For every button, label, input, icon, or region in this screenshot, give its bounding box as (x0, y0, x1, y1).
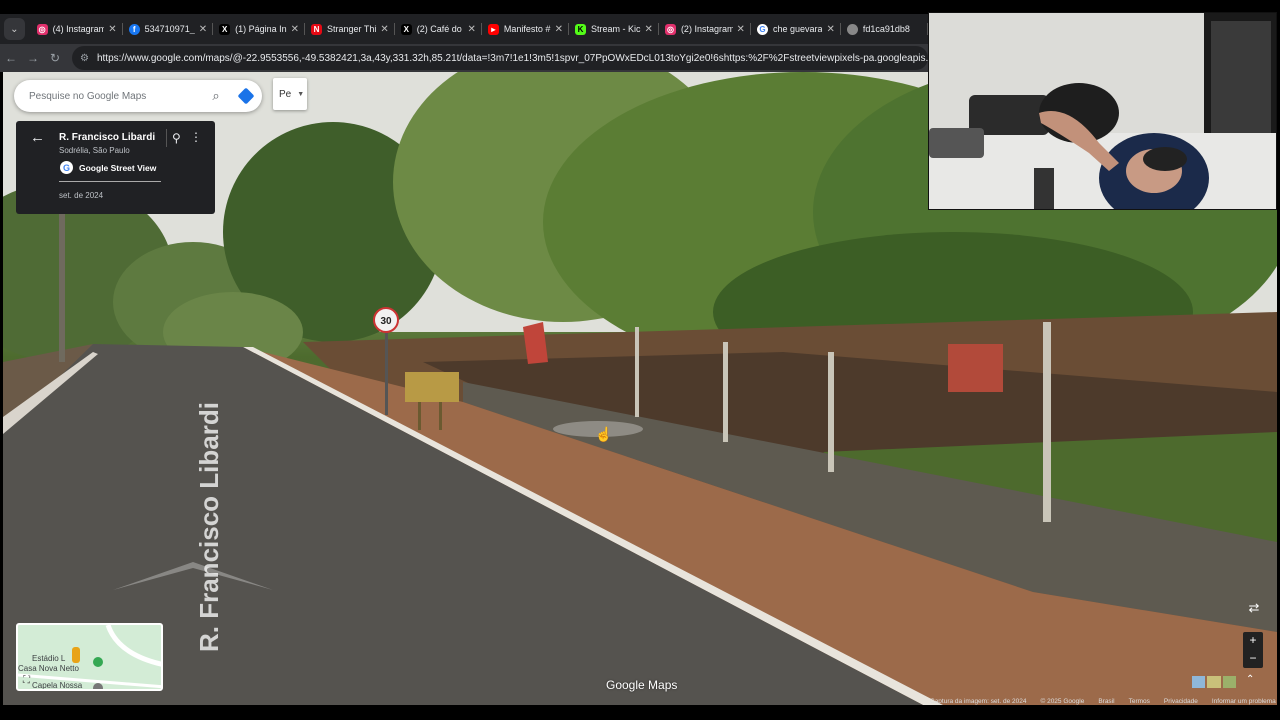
directions-icon[interactable] (235, 87, 257, 105)
collapse-up-icon[interactable]: ⌃ (1246, 674, 1254, 685)
tab-title: Stream - Kic (591, 24, 641, 34)
x-icon: X (219, 23, 231, 35)
more-options-icon[interactable]: ⋮ (190, 130, 202, 144)
location-info-card: ← R. Francisco Libardi Sodrélia, São Pau… (16, 121, 215, 214)
url-text: https://www.google.com/maps/@-22.9553556… (96, 52, 928, 64)
tab-6[interactable]: ▸ Manifesto # ✕ (482, 16, 570, 42)
google-icon: G (60, 161, 73, 174)
tab-8[interactable]: ◎ (2) Instagram ✕ (659, 16, 751, 42)
tab-close-icon[interactable]: ✕ (199, 24, 207, 35)
maps-footer: Captura da imagem: set. de 2024 © 2025 G… (930, 695, 1276, 707)
tab-close-icon[interactable]: ✕ (108, 24, 116, 35)
youtube-icon: ▸ (487, 23, 499, 35)
city-subtitle: Sodrélia, São Paulo (59, 146, 130, 155)
search-icon[interactable]: ⌕ (205, 88, 227, 104)
url-field[interactable]: ⚙ https://www.google.com/maps/@-22.95535… (72, 46, 928, 70)
tab-close-icon[interactable]: ✕ (737, 24, 745, 35)
instagram-icon: ◎ (36, 23, 48, 35)
layer-dropdown-button[interactable]: Pe ▼ (273, 78, 307, 110)
expand-icon[interactable]: ⛶ (23, 675, 30, 686)
tab-2[interactable]: f 534710971_ ✕ (123, 16, 214, 42)
webcam-overlay (928, 12, 1277, 210)
copyright: © 2025 Google (1040, 697, 1085, 705)
tab-4[interactable]: N Stranger Thi ✕ (305, 16, 395, 42)
capture-date[interactable]: set. de 2024 (59, 191, 103, 200)
tab-title: che guevara (772, 24, 823, 34)
divider (166, 129, 167, 147)
browser-tab-strip: ⌄ ◎ (4) Instagram ✕ f 534710971_ ✕ X (1) Pági… (0, 14, 929, 44)
tab-search-chevron-icon[interactable]: ⌄ (4, 18, 25, 40)
provider-label: Google Street View (79, 162, 157, 173)
tab-3[interactable]: X (1) Página In ✕ (213, 16, 305, 42)
forward-arrow-icon[interactable]: → (22, 51, 44, 65)
google-maps-watermark: Google Maps (606, 678, 678, 692)
minimap[interactable]: Estádio L Casa Nova Netto Capela Nossa ⛶ (16, 623, 163, 691)
kick-icon: K (575, 23, 587, 35)
report-link[interactable]: Informar um problema (1212, 698, 1276, 705)
maps-search-box: ⌕ (14, 80, 262, 112)
street-view-provider[interactable]: G Google Street View (60, 161, 156, 174)
tab-title: Stranger Thi (327, 24, 377, 34)
tab-close-icon[interactable]: ✕ (645, 24, 653, 35)
x-icon: X (400, 23, 412, 35)
photo-thumbnails[interactable] (1192, 676, 1236, 688)
address-bar: ← → ↻ ⚙ https://www.google.com/maps/@-22… (0, 44, 928, 72)
tab-title: (1) Página In (235, 24, 287, 34)
privacy-link[interactable]: Privacidade (1164, 698, 1198, 705)
street-title: R. Francisco Libardi (59, 132, 156, 143)
site-settings-icon[interactable]: ⚙ (80, 53, 89, 64)
tab-close-icon[interactable]: ✕ (291, 24, 299, 35)
country-link[interactable]: Brasil (1098, 698, 1114, 705)
back-arrow-icon[interactable]: ← (0, 51, 22, 65)
tab-title: fd1ca91db8 (862, 24, 910, 34)
speed-limit-sign: 30 (380, 316, 392, 327)
thumbnail[interactable] (1207, 676, 1221, 688)
mouse-cursor-icon: ☝ (595, 426, 613, 442)
thumbnail[interactable] (1222, 676, 1236, 688)
capture-info: Captura da imagem: set. de 2024 (930, 697, 1027, 705)
tab-title: 534710971_ (144, 24, 195, 34)
minimap-label: Estádio L (32, 654, 66, 663)
tab-7[interactable]: K Stream - Kic ✕ (569, 16, 659, 42)
minimap-label: Capela Nossa (32, 681, 83, 690)
tab-10[interactable]: fd1ca91db8 (841, 16, 929, 42)
tab-title: (2) Café do (416, 24, 462, 34)
search-input[interactable] (29, 90, 199, 102)
minimap-label: Casa Nova Netto (18, 664, 79, 673)
reload-icon[interactable]: ↻ (44, 51, 66, 65)
zoom-out-button[interactable]: − (1243, 650, 1263, 668)
netflix-icon: N (311, 23, 323, 35)
instagram-icon: ◎ (664, 23, 676, 35)
zoom-control: + − (1243, 632, 1263, 668)
caret-down-icon: ▼ (297, 90, 305, 98)
tab-close-icon[interactable]: ✕ (468, 24, 476, 35)
tab-close-icon[interactable]: ✕ (380, 24, 388, 35)
tab-close-icon[interactable]: ✕ (826, 24, 834, 35)
divider (59, 181, 161, 182)
compass-icon[interactable]: ⇄ (1241, 600, 1267, 622)
layer-label: Pe (279, 88, 292, 100)
terms-link[interactable]: Termos (1129, 698, 1150, 705)
tab-5[interactable]: X (2) Café do ✕ (395, 16, 483, 42)
tab-title: (2) Instagram (680, 24, 733, 34)
tab-title: Manifesto # (503, 24, 551, 34)
tab-close-icon[interactable]: ✕ (555, 24, 563, 35)
screen: 30 R. Francisco Libardi ⌄ ◎ (4) Instagram… (0, 0, 1280, 720)
zoom-in-button[interactable]: + (1243, 632, 1263, 650)
facebook-icon: f (128, 23, 140, 35)
google-icon: G (756, 23, 768, 35)
road-street-label: R. Francisco Libardi (194, 402, 224, 652)
back-arrow-icon[interactable]: ← (30, 129, 45, 146)
tab-1[interactable]: ◎ (4) Instagram ✕ (31, 16, 123, 42)
location-pin-icon[interactable]: ⚲ (172, 131, 181, 145)
tab-9[interactable]: Gche guevara ✕ (751, 16, 841, 42)
webcam-scene (929, 13, 1276, 209)
thumbnail[interactable] (1192, 676, 1206, 688)
globe-icon (846, 23, 858, 35)
tab-title: (4) Instagram (52, 24, 105, 34)
